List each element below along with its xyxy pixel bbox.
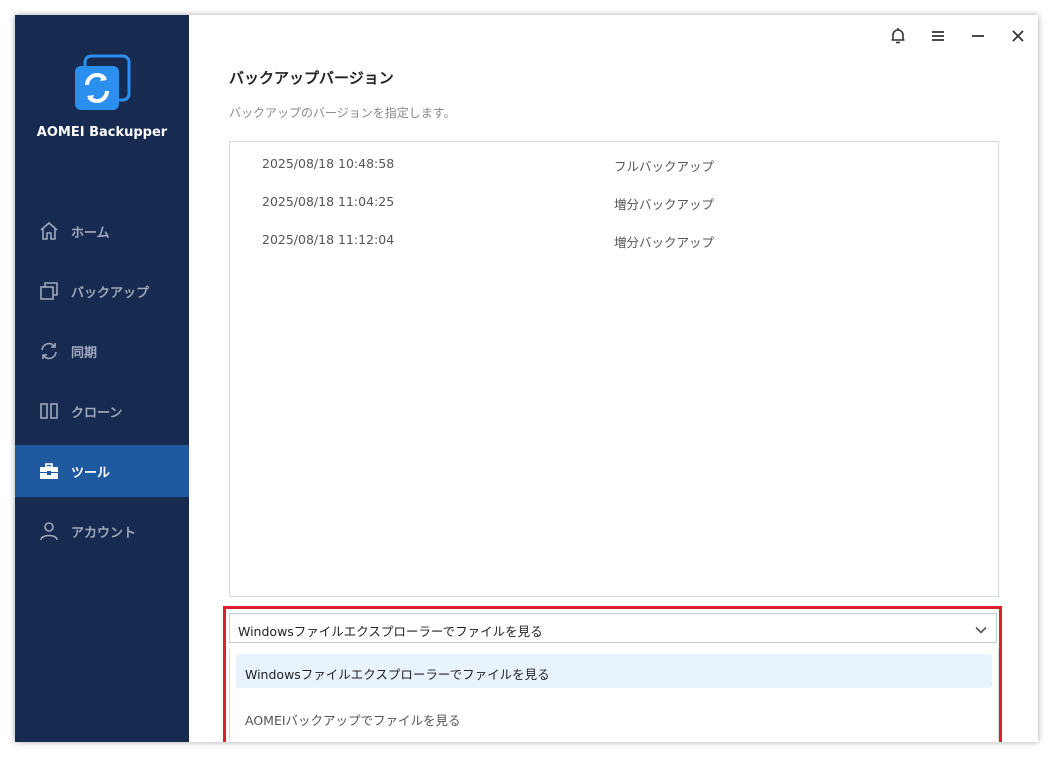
version-type: フルバックアップ <box>614 159 715 174</box>
sidebar-item-label: バックアップ <box>71 285 150 301</box>
version-date: 2025/08/18 11:04:25 <box>262 194 395 209</box>
sidebar: AOMEI Backupper ホーム バックアップ 同期 クローン ツール ア… <box>15 15 189 742</box>
sidebar-item-label: ホーム <box>71 225 110 241</box>
sync-icon <box>39 341 59 361</box>
version-list: 2025/08/18 10:48:58 フルバックアップ 2025/08/18 … <box>229 141 999 597</box>
home-icon <box>39 221 59 241</box>
menu-icon[interactable] <box>927 25 949 47</box>
version-row[interactable]: 2025/08/18 11:04:25 増分バックアップ <box>230 182 998 220</box>
page-subtitle: バックアップのバージョンを指定します。 <box>229 106 456 120</box>
sidebar-item-label: 同期 <box>71 345 98 361</box>
account-icon <box>39 521 59 541</box>
sidebar-item-label: アカウント <box>71 525 137 541</box>
sidebar-item-backup[interactable]: バックアップ <box>15 265 189 317</box>
sidebar-item-tools[interactable]: ツール <box>15 445 189 497</box>
app-name: AOMEI Backupper <box>36 125 168 140</box>
sidebar-item-home[interactable]: ホーム <box>15 205 189 257</box>
annotation-highlight-box <box>223 606 1002 742</box>
toolbox-icon <box>39 461 59 481</box>
sidebar-item-label: ツール <box>71 465 111 481</box>
version-type: 増分バックアップ <box>614 235 715 250</box>
close-icon[interactable] <box>1007 25 1029 47</box>
minimize-icon[interactable] <box>967 25 989 47</box>
version-row[interactable]: 2025/08/18 11:12:04 増分バックアップ <box>230 220 998 258</box>
bell-icon[interactable] <box>887 25 909 47</box>
version-row[interactable]: 2025/08/18 10:48:58 フルバックアップ <box>230 144 998 182</box>
version-date: 2025/08/18 10:48:58 <box>262 156 395 171</box>
backup-icon <box>39 281 59 301</box>
sidebar-item-sync[interactable]: 同期 <box>15 325 189 377</box>
clone-icon <box>39 401 59 421</box>
sidebar-item-clone[interactable]: クローン <box>15 385 189 437</box>
app-window: AOMEI Backupper ホーム バックアップ 同期 クローン ツール ア… <box>15 15 1038 742</box>
sidebar-nav: ホーム バックアップ 同期 クローン ツール アカウント <box>15 205 189 565</box>
app-logo-icon <box>73 54 133 114</box>
version-type: 増分バックアップ <box>614 197 715 212</box>
page-title: バックアップバージョン <box>229 69 394 87</box>
sidebar-item-account[interactable]: アカウント <box>15 505 189 557</box>
sidebar-item-label: クローン <box>71 405 123 421</box>
version-date: 2025/08/18 11:12:04 <box>262 232 395 247</box>
